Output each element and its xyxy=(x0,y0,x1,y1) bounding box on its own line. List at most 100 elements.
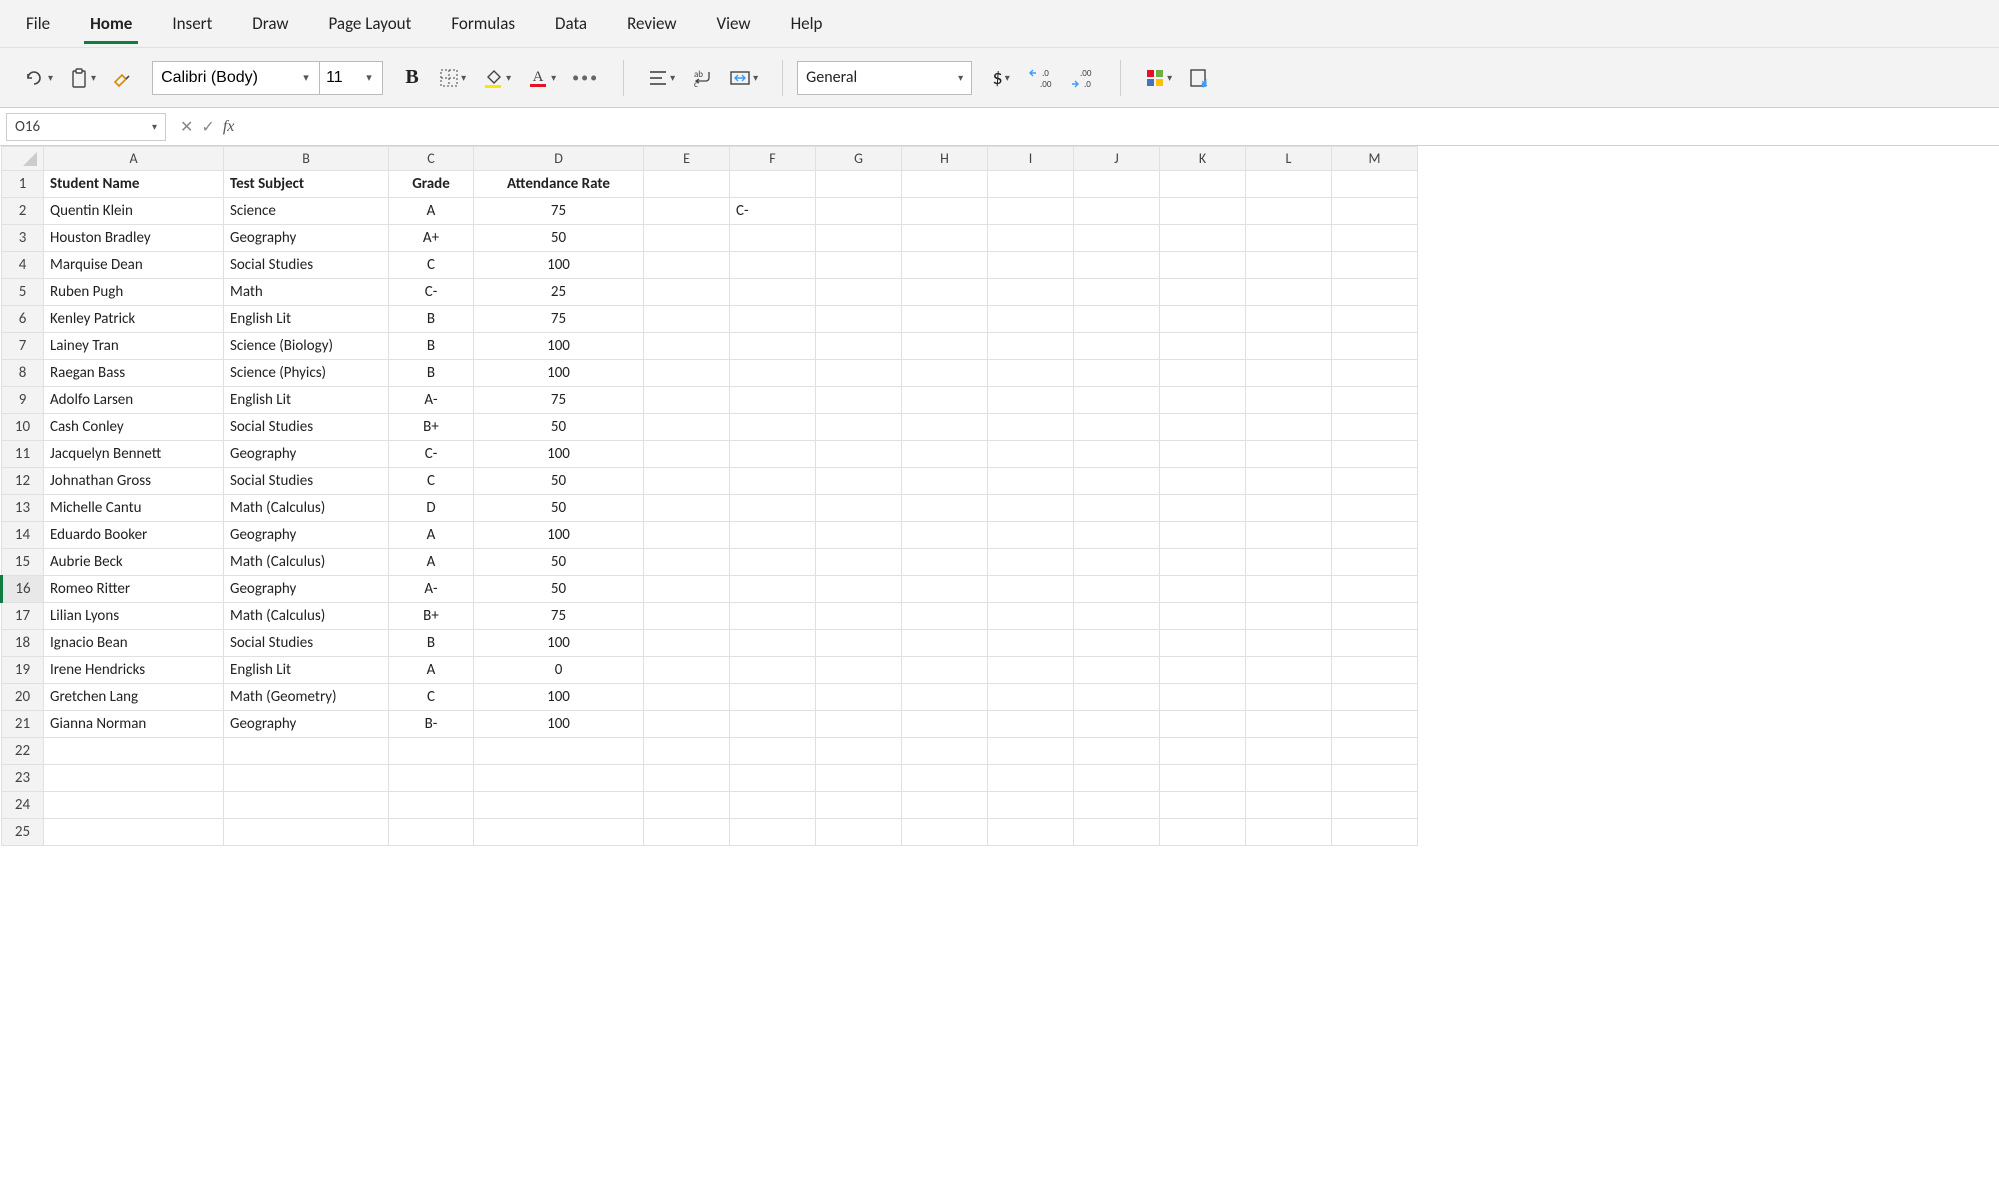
cell-C11[interactable]: C- xyxy=(389,441,474,468)
cell-K17[interactable] xyxy=(1160,603,1246,630)
cell-J16[interactable] xyxy=(1074,576,1160,603)
cell-I3[interactable] xyxy=(988,225,1074,252)
cell-E25[interactable] xyxy=(644,819,730,846)
fx-icon[interactable]: fx xyxy=(223,118,235,136)
cell-M12[interactable] xyxy=(1332,468,1418,495)
cell-C18[interactable]: B xyxy=(389,630,474,657)
bold-button[interactable]: B xyxy=(397,61,427,95)
cell-C7[interactable]: B xyxy=(389,333,474,360)
cell-K10[interactable] xyxy=(1160,414,1246,441)
cell-D24[interactable] xyxy=(474,792,644,819)
cell-M18[interactable] xyxy=(1332,630,1418,657)
cell-B17[interactable]: Math (Calculus) xyxy=(224,603,389,630)
cell-L7[interactable] xyxy=(1246,333,1332,360)
cell-H23[interactable] xyxy=(902,765,988,792)
cell-C20[interactable]: C xyxy=(389,684,474,711)
cell-H14[interactable] xyxy=(902,522,988,549)
cell-G14[interactable] xyxy=(816,522,902,549)
col-header-F[interactable]: F xyxy=(730,147,816,171)
cell-M15[interactable] xyxy=(1332,549,1418,576)
cell-G17[interactable] xyxy=(816,603,902,630)
cell-K23[interactable] xyxy=(1160,765,1246,792)
cell-D22[interactable] xyxy=(474,738,644,765)
cell-H10[interactable] xyxy=(902,414,988,441)
col-header-L[interactable]: L xyxy=(1246,147,1332,171)
font-selector[interactable]: ▾ ▾ xyxy=(152,61,383,95)
col-header-J[interactable]: J xyxy=(1074,147,1160,171)
row-header-10[interactable]: 10 xyxy=(2,414,44,441)
cell-B1[interactable]: Test Subject xyxy=(224,171,389,198)
cell-K12[interactable] xyxy=(1160,468,1246,495)
cell-M3[interactable] xyxy=(1332,225,1418,252)
cell-F16[interactable] xyxy=(730,576,816,603)
cell-M23[interactable] xyxy=(1332,765,1418,792)
cell-L11[interactable] xyxy=(1246,441,1332,468)
cell-C21[interactable]: B- xyxy=(389,711,474,738)
cell-J4[interactable] xyxy=(1074,252,1160,279)
chevron-down-icon[interactable]: ▾ xyxy=(356,71,382,84)
cell-A16[interactable]: Romeo Ritter xyxy=(44,576,224,603)
col-header-D[interactable]: D xyxy=(474,147,644,171)
cell-D17[interactable]: 75 xyxy=(474,603,644,630)
cell-E17[interactable] xyxy=(644,603,730,630)
cell-B3[interactable]: Geography xyxy=(224,225,389,252)
col-header-H[interactable]: H xyxy=(902,147,988,171)
cell-C5[interactable]: C- xyxy=(389,279,474,306)
cell-G2[interactable] xyxy=(816,198,902,225)
cell-H1[interactable] xyxy=(902,171,988,198)
cell-K11[interactable] xyxy=(1160,441,1246,468)
cell-E24[interactable] xyxy=(644,792,730,819)
cell-J5[interactable] xyxy=(1074,279,1160,306)
cell-A8[interactable]: Raegan Bass xyxy=(44,360,224,387)
row-header-19[interactable]: 19 xyxy=(2,657,44,684)
cell-F8[interactable] xyxy=(730,360,816,387)
cell-G20[interactable] xyxy=(816,684,902,711)
cell-A23[interactable] xyxy=(44,765,224,792)
cell-L17[interactable] xyxy=(1246,603,1332,630)
cell-L19[interactable] xyxy=(1246,657,1332,684)
cell-J21[interactable] xyxy=(1074,711,1160,738)
col-header-E[interactable]: E xyxy=(644,147,730,171)
cell-F10[interactable] xyxy=(730,414,816,441)
cell-M13[interactable] xyxy=(1332,495,1418,522)
cell-G3[interactable] xyxy=(816,225,902,252)
cell-J14[interactable] xyxy=(1074,522,1160,549)
cell-J10[interactable] xyxy=(1074,414,1160,441)
cell-D3[interactable]: 50 xyxy=(474,225,644,252)
cell-M7[interactable] xyxy=(1332,333,1418,360)
cell-G1[interactable] xyxy=(816,171,902,198)
cell-A1[interactable]: Student Name xyxy=(44,171,224,198)
cell-F22[interactable] xyxy=(730,738,816,765)
cell-F11[interactable] xyxy=(730,441,816,468)
cell-E5[interactable] xyxy=(644,279,730,306)
cell-K20[interactable] xyxy=(1160,684,1246,711)
cell-I7[interactable] xyxy=(988,333,1074,360)
cell-D10[interactable]: 50 xyxy=(474,414,644,441)
cell-F9[interactable] xyxy=(730,387,816,414)
cell-D19[interactable]: 0 xyxy=(474,657,644,684)
cell-H17[interactable] xyxy=(902,603,988,630)
cell-B15[interactable]: Math (Calculus) xyxy=(224,549,389,576)
cell-K5[interactable] xyxy=(1160,279,1246,306)
cell-J23[interactable] xyxy=(1074,765,1160,792)
merge-center-button[interactable]: ▾ xyxy=(725,61,762,95)
cell-D15[interactable]: 50 xyxy=(474,549,644,576)
cell-K24[interactable] xyxy=(1160,792,1246,819)
cell-D11[interactable]: 100 xyxy=(474,441,644,468)
cell-B4[interactable]: Social Studies xyxy=(224,252,389,279)
cell-B2[interactable]: Science xyxy=(224,198,389,225)
cell-I2[interactable] xyxy=(988,198,1074,225)
cell-K16[interactable] xyxy=(1160,576,1246,603)
cell-B16[interactable]: Geography xyxy=(224,576,389,603)
cell-H13[interactable] xyxy=(902,495,988,522)
cell-I12[interactable] xyxy=(988,468,1074,495)
cell-J15[interactable] xyxy=(1074,549,1160,576)
cell-C17[interactable]: B+ xyxy=(389,603,474,630)
cell-F25[interactable] xyxy=(730,819,816,846)
cell-B18[interactable]: Social Studies xyxy=(224,630,389,657)
editing-button[interactable] xyxy=(1184,61,1214,95)
menu-formulas[interactable]: Formulas xyxy=(445,3,521,44)
cell-F17[interactable] xyxy=(730,603,816,630)
format-painter-button[interactable] xyxy=(108,61,138,95)
col-header-K[interactable]: K xyxy=(1160,147,1246,171)
